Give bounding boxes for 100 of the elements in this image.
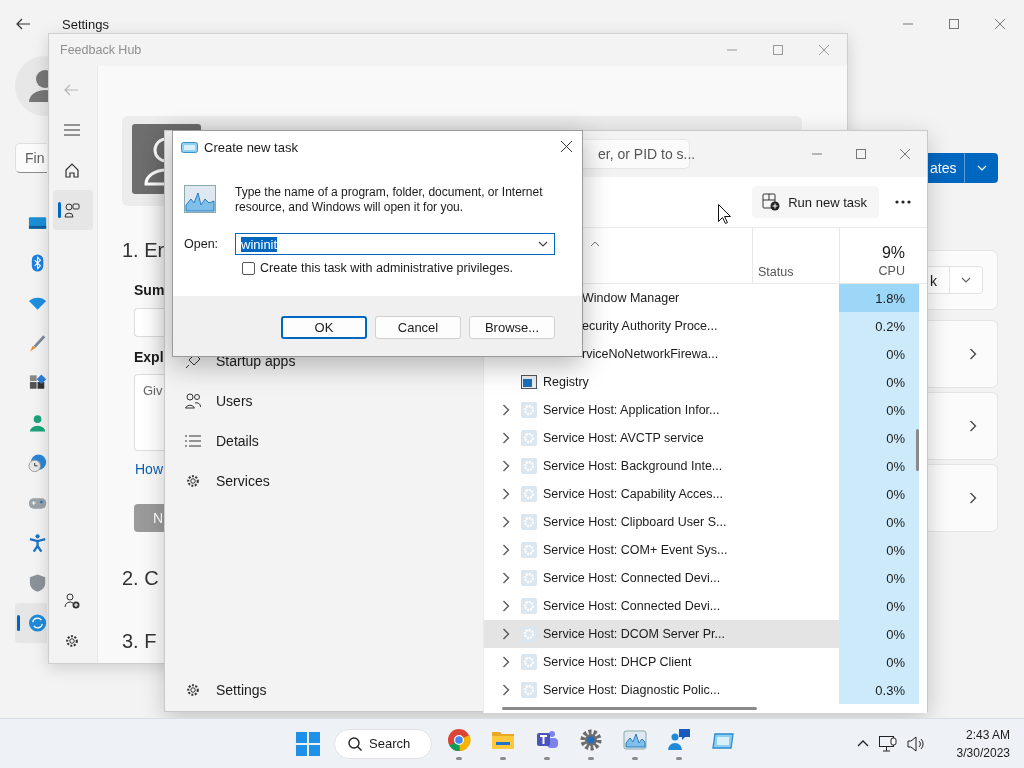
chart-icon xyxy=(184,185,216,213)
dialog-button[interactable]: OK xyxy=(281,316,367,339)
process-row[interactable]: Service Host: Capability Acces... 0% xyxy=(484,480,927,508)
dialog-message: Type the name of a program, folder, document, or Internet resource, and Windows will open it for you. xyxy=(235,185,544,215)
maximize-button[interactable] xyxy=(773,45,783,55)
volume-icon[interactable] xyxy=(906,735,925,752)
process-row[interactable]: Service Host: Connected Devi... 0% xyxy=(484,564,927,592)
process-name: Service Host: DCOM Server Pr... xyxy=(543,627,725,641)
cpu-cell: 0% xyxy=(839,424,919,452)
people-chat-icon[interactable] xyxy=(667,727,691,752)
chevron-up-icon[interactable] xyxy=(856,740,869,747)
process-row[interactable]: Service Host: DHCP Client 0% xyxy=(484,648,927,676)
process-row[interactable]: Service Host: Application Infor... 0% xyxy=(484,396,927,424)
gear-icon xyxy=(521,430,537,446)
maximize-button[interactable] xyxy=(856,149,866,159)
cpu-cell: 0% xyxy=(839,480,919,508)
column-header[interactable]: Status xyxy=(758,265,794,279)
network-icon[interactable] xyxy=(878,735,897,752)
gear-icon xyxy=(521,682,537,698)
maximize-button[interactable] xyxy=(949,19,959,29)
accessibility-icon xyxy=(27,533,47,553)
nav-item[interactable]: Details xyxy=(173,421,473,461)
process-name: Service Host: Connected Devi... xyxy=(543,599,721,613)
process-name: Service Host: DHCP Client xyxy=(543,655,692,669)
process-name: Service Host: AVCTP service xyxy=(543,431,704,445)
chevron-right-icon xyxy=(969,348,977,360)
checkbox[interactable] xyxy=(242,261,255,275)
step-heading: 3. F xyxy=(122,629,157,654)
feedback-icon xyxy=(64,202,80,218)
chevron-right-icon xyxy=(502,572,510,584)
process-name: Service Host: Connected Devi... xyxy=(543,571,721,585)
process-row[interactable]: Registry 0% xyxy=(484,368,927,396)
process-row[interactable]: Service Host: Clipboard User S... 0% xyxy=(484,508,927,536)
dialog-button[interactable]: Cancel xyxy=(375,316,461,339)
search-box[interactable]: Search xyxy=(334,728,432,759)
clock-time[interactable]: 2:43 AM xyxy=(965,725,1010,744)
dialog-button[interactable]: Browse... xyxy=(469,316,555,339)
chevron-right-icon xyxy=(502,460,510,472)
close-button[interactable] xyxy=(561,140,572,152)
process-row[interactable]: Service Host: Connected Devi... 0% xyxy=(484,592,927,620)
chevron-right-icon xyxy=(969,492,977,504)
open-field[interactable]: wininit xyxy=(235,233,555,255)
column-header[interactable]: CPU xyxy=(878,263,905,279)
process-name: rviceNoNetworkFirewa... xyxy=(582,347,719,361)
menu-icon xyxy=(64,124,80,136)
start-icon[interactable] xyxy=(296,731,320,756)
step-heading: 1. Er xyxy=(122,238,165,263)
chart-icon[interactable] xyxy=(623,727,647,752)
scrollbar[interactable] xyxy=(916,429,919,471)
details-field[interactable]: Giv xyxy=(134,374,165,451)
chevron-right-icon xyxy=(502,684,510,696)
process-row[interactable]: Service Host: Diagnostic Polic... 0.3% xyxy=(484,676,927,704)
person-icon xyxy=(27,413,47,433)
cpu-cell: 0% xyxy=(839,536,919,564)
field-label: Open: xyxy=(184,237,220,251)
more-icon xyxy=(895,200,911,204)
cpu-cell: 0% xyxy=(839,452,919,480)
help-link[interactable]: How xyxy=(135,459,163,479)
chevron-right-icon xyxy=(502,488,510,500)
process-row[interactable]: Service Host: COM+ Event Sys... 0% xyxy=(484,536,927,564)
process-name: Service Host: Background Inte... xyxy=(543,459,723,473)
nav-item[interactable]: Users xyxy=(173,381,473,421)
dialog-title: Create new task xyxy=(204,139,298,155)
gear-icon xyxy=(521,514,537,530)
gear-icon xyxy=(521,626,537,642)
process-row[interactable]: Service Host: Background Inte... 0% xyxy=(484,452,927,480)
gear-icon xyxy=(521,654,537,670)
nav-item[interactable]: Settings xyxy=(173,670,473,710)
cpu-cell: 0.2% xyxy=(839,312,919,340)
new-task-icon xyxy=(762,193,781,211)
summary-field[interactable] xyxy=(134,308,165,337)
dropdown[interactable]: k xyxy=(925,266,983,294)
cpu-cell: 0% xyxy=(839,564,919,592)
nav-item[interactable]: Services xyxy=(173,461,473,501)
search-field[interactable]: Fin xyxy=(15,143,47,173)
brush-icon xyxy=(27,333,47,353)
process-name: Service Host: Application Infor... xyxy=(543,403,720,417)
gear-icon xyxy=(521,402,537,418)
checkbox-label[interactable]: Create this task with administrative privileges. xyxy=(260,261,513,275)
window-icon xyxy=(521,374,537,390)
chrome-icon[interactable] xyxy=(447,727,471,752)
chevron-down-icon xyxy=(961,277,971,283)
chevron-right-icon xyxy=(502,656,510,668)
sync-icon xyxy=(27,613,47,633)
gear-icon xyxy=(521,598,537,614)
chevron-right-icon xyxy=(502,628,510,640)
scrollbar[interactable] xyxy=(502,707,757,710)
chevron-right-icon xyxy=(502,432,510,444)
gear-icon xyxy=(521,542,537,558)
gear-icon xyxy=(521,458,537,474)
cpu-cell: 0% xyxy=(839,648,919,676)
cpu-cell: 0% xyxy=(839,396,919,424)
back-arrow-icon[interactable] xyxy=(16,18,30,30)
clock-date[interactable]: 3/30/2023 xyxy=(956,743,1010,762)
gear-icon[interactable] xyxy=(579,727,603,752)
process-name: Service Host: Diagnostic Polic... xyxy=(543,683,721,697)
run-new-task-button[interactable]: Run new task xyxy=(752,186,879,218)
users-icon xyxy=(185,393,201,409)
process-row[interactable]: Service Host: AVCTP service 0% xyxy=(484,424,927,452)
cpu-cell: 0.3% xyxy=(839,676,919,704)
